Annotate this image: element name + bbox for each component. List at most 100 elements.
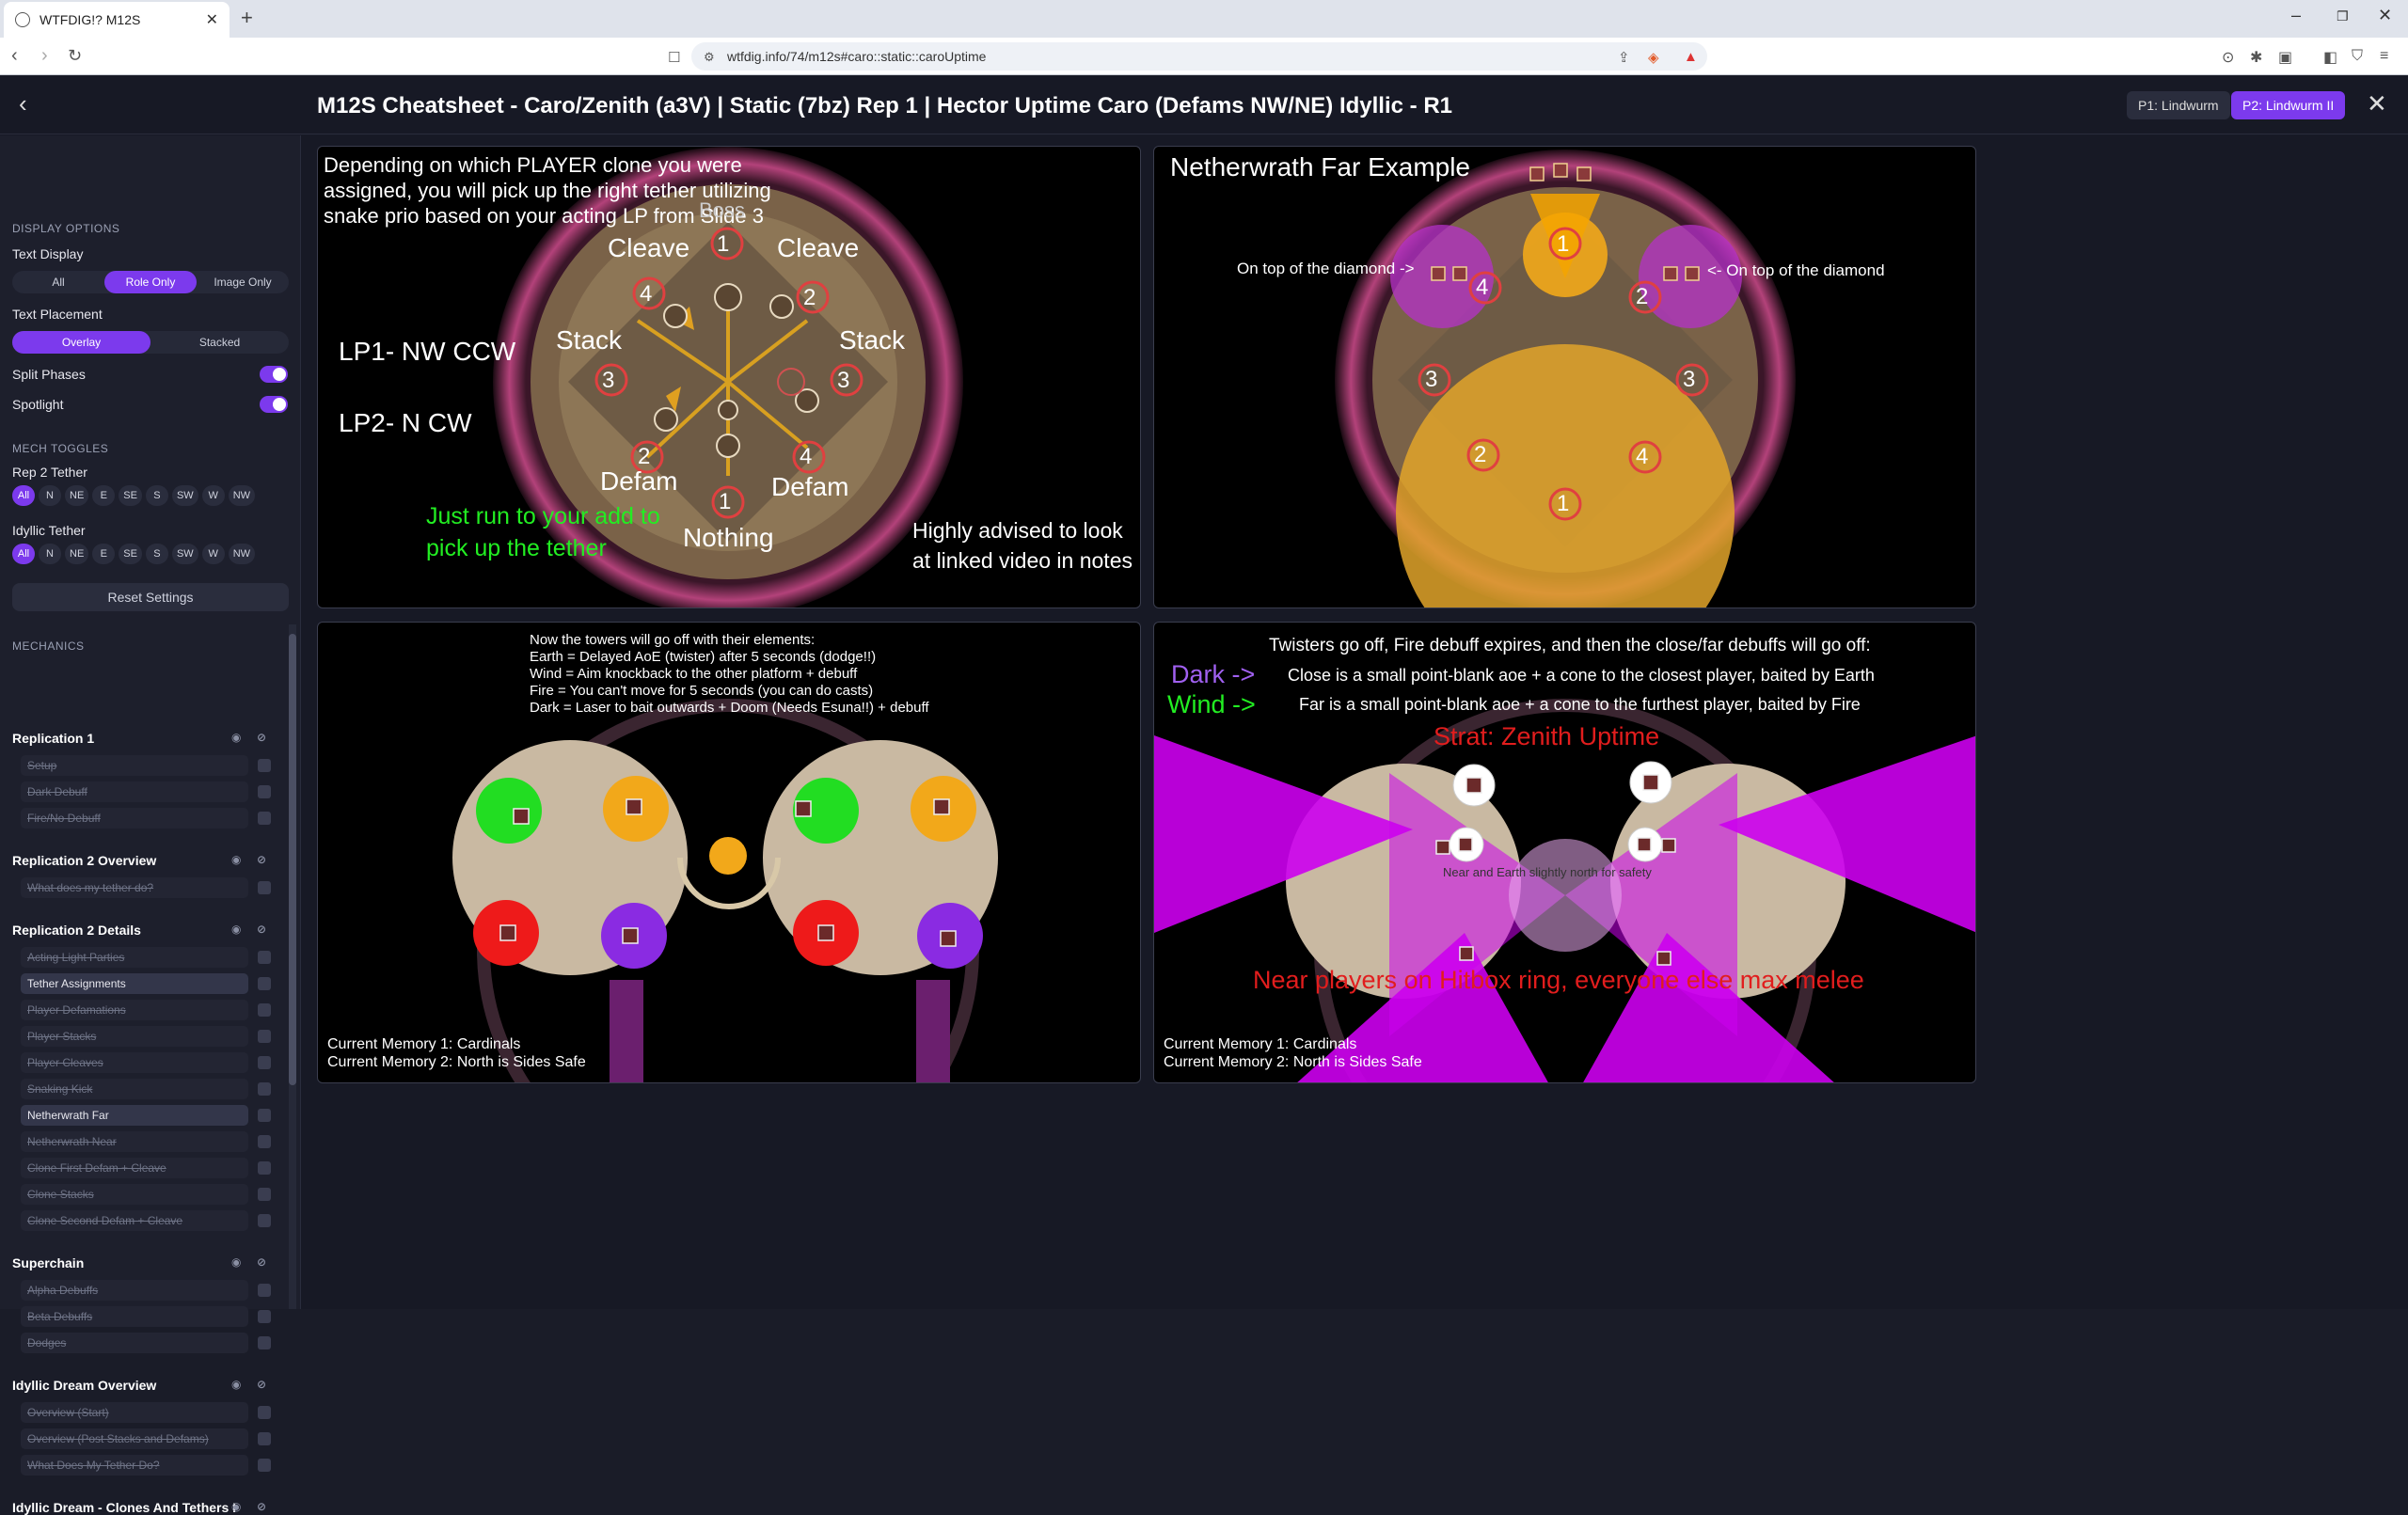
extensions-icon[interactable]: ✱ — [2250, 48, 2262, 67]
image-thumbnail-icon[interactable] — [258, 812, 271, 825]
mechanic-item[interactable]: Player Stacks — [21, 1026, 248, 1047]
direction-chip[interactable]: SW — [171, 544, 198, 564]
browser-tab[interactable]: WTFDIG!? M12S ✕ — [4, 2, 230, 38]
mechanic-group-title[interactable]: Idyllic Dream Overview ◉ ⊘ — [12, 1378, 276, 1393]
mechanic-item[interactable]: Netherwrath Far — [21, 1105, 248, 1126]
direction-chip[interactable]: S — [145, 544, 168, 564]
spotlight-toggle[interactable] — [260, 396, 288, 413]
vpn-icon[interactable]: ⛉ — [2352, 48, 2363, 65]
direction-chip[interactable]: All — [12, 544, 35, 564]
tab-close-icon[interactable]: ✕ — [206, 10, 218, 29]
back-chevron-icon[interactable]: ‹ — [19, 89, 27, 118]
split-phases-toggle[interactable] — [260, 366, 288, 383]
direction-chip[interactable]: NW — [228, 544, 256, 564]
direction-chip[interactable]: E — [92, 544, 116, 564]
direction-chip[interactable]: N — [39, 544, 61, 564]
direction-chip[interactable]: N — [39, 485, 61, 506]
site-info-icon[interactable]: ⚙ — [704, 50, 715, 65]
eye-off-icon[interactable]: ⊘ — [257, 1378, 266, 1391]
text-placement-overlay[interactable]: Overlay — [12, 331, 150, 354]
mechanic-item[interactable]: Clone Second Defam + Cleave — [21, 1210, 248, 1231]
image-thumbnail-icon[interactable] — [258, 1336, 271, 1349]
image-thumbnail-icon[interactable] — [258, 1056, 271, 1069]
mechanic-group-title[interactable]: Superchain ◉ ⊘ — [12, 1255, 276, 1270]
forward-arrow-icon[interactable]: › — [41, 45, 48, 67]
eye-off-icon[interactable]: ⊘ — [257, 1500, 266, 1513]
phase2-button[interactable]: P2: Lindwurm II — [2231, 91, 2346, 119]
reload-icon[interactable]: ↻ — [68, 46, 82, 66]
image-thumbnail-icon[interactable] — [258, 1284, 271, 1297]
mechanic-group-title[interactable]: Replication 2 Details ◉ ⊘ — [12, 923, 276, 938]
image-thumbnail-icon[interactable] — [258, 951, 271, 964]
image-thumbnail-icon[interactable] — [258, 1030, 271, 1043]
mechanic-item[interactable]: Player Defamations — [21, 1000, 248, 1020]
share-icon[interactable]: ⇪ — [1618, 49, 1630, 66]
image-thumbnail-icon[interactable] — [258, 1432, 271, 1445]
mechanic-item[interactable]: Netherwrath Near — [21, 1131, 248, 1152]
mechanic-item[interactable]: Tether Assignments — [21, 973, 248, 994]
minimize-icon[interactable]: – — [2291, 6, 2301, 25]
text-placement-stacked[interactable]: Stacked — [150, 331, 289, 354]
mechanic-item[interactable]: Clone First Defam + Cleave — [21, 1158, 248, 1178]
mechanic-item[interactable]: Clone Stacks — [21, 1184, 248, 1205]
sidebar-scroll-thumb[interactable] — [289, 634, 296, 1085]
image-thumbnail-icon[interactable] — [258, 1161, 271, 1175]
text-display-role-only[interactable]: Role Only — [104, 271, 197, 293]
mechanic-item[interactable]: Dark Debuff — [21, 781, 248, 802]
mechanic-item[interactable]: Snaking Kick — [21, 1079, 248, 1099]
image-thumbnail-icon[interactable] — [258, 1109, 271, 1122]
text-display-all[interactable]: All — [12, 271, 104, 293]
mechanic-item[interactable]: Player Cleaves — [21, 1052, 248, 1073]
mechanic-item[interactable]: What does my tether do? — [21, 877, 248, 898]
direction-chip[interactable]: NE — [65, 485, 89, 506]
image-thumbnail-icon[interactable] — [258, 1459, 271, 1472]
new-tab-icon[interactable]: + — [241, 6, 253, 30]
image-thumbnail-icon[interactable] — [258, 1135, 271, 1148]
direction-chip[interactable]: NW — [228, 485, 256, 506]
bookmark-icon[interactable]: ☐ — [668, 49, 680, 66]
eye-icon[interactable]: ◉ — [231, 731, 241, 744]
close-icon[interactable]: ✕ — [2367, 89, 2387, 118]
mechanic-item[interactable]: Overview (Start) — [21, 1402, 248, 1423]
text-display-image-only[interactable]: Image Only — [197, 271, 289, 293]
phase1-button[interactable]: P1: Lindwurm — [2127, 91, 2230, 119]
address-bar[interactable]: wtfdig.info/74/m12s#caro::static::caroUp… — [691, 42, 1707, 71]
image-thumbnail-icon[interactable] — [258, 759, 271, 772]
mechanic-item[interactable]: Setup — [21, 755, 248, 776]
direction-chip[interactable]: W — [201, 485, 225, 506]
direction-chip[interactable]: SE — [119, 485, 142, 506]
mechanic-item[interactable]: Fire/No Debuff — [21, 808, 248, 829]
reset-settings-button[interactable]: Reset Settings — [12, 583, 289, 611]
image-thumbnail-icon[interactable] — [258, 1082, 271, 1096]
mechanic-item[interactable]: Overview (Post Stacks and Defams) — [21, 1428, 248, 1449]
eye-off-icon[interactable]: ⊘ — [257, 731, 266, 744]
image-thumbnail-icon[interactable] — [258, 1188, 271, 1201]
eye-icon[interactable]: ◉ — [231, 1500, 241, 1513]
menu-icon[interactable]: ≡ — [2380, 48, 2388, 65]
image-thumbnail-icon[interactable] — [258, 881, 271, 894]
eye-icon[interactable]: ◉ — [231, 1378, 241, 1391]
window-close-icon[interactable]: ✕ — [2378, 6, 2392, 25]
direction-chip[interactable]: E — [92, 485, 116, 506]
sidebar-toggle-icon[interactable]: ◧ — [2323, 48, 2337, 67]
mechanic-item[interactable]: Acting Light Parties — [21, 947, 248, 968]
image-thumbnail-icon[interactable] — [258, 1003, 271, 1017]
rewards-icon[interactable]: ▲ — [1684, 49, 1698, 65]
direction-chip[interactable]: SE — [119, 544, 142, 564]
brave-shield-icon[interactable]: ◈ — [1648, 49, 1659, 66]
eye-icon[interactable]: ◉ — [231, 853, 241, 866]
back-arrow-icon[interactable]: ‹ — [11, 45, 18, 67]
eye-off-icon[interactable]: ⊘ — [257, 923, 266, 936]
direction-chip[interactable]: S — [145, 485, 168, 506]
mechanic-item[interactable]: What Does My Tether Do? — [21, 1455, 248, 1476]
direction-chip[interactable]: All — [12, 485, 35, 506]
mechanic-item[interactable]: Beta Debuffs — [21, 1306, 248, 1327]
direction-chip[interactable]: NE — [65, 544, 89, 564]
image-thumbnail-icon[interactable] — [258, 1214, 271, 1227]
translate-icon[interactable]: ⊙ — [2222, 48, 2234, 67]
mechanic-item[interactable]: Dodges — [21, 1333, 248, 1353]
direction-chip[interactable]: W — [201, 544, 225, 564]
mechanic-group-title[interactable]: Idyllic Dream - Clones And Tethers I ◉ ⊘ — [12, 1500, 276, 1515]
mechanic-group-title[interactable]: Replication 1 ◉ ⊘ — [12, 731, 276, 746]
image-thumbnail-icon[interactable] — [258, 785, 271, 798]
